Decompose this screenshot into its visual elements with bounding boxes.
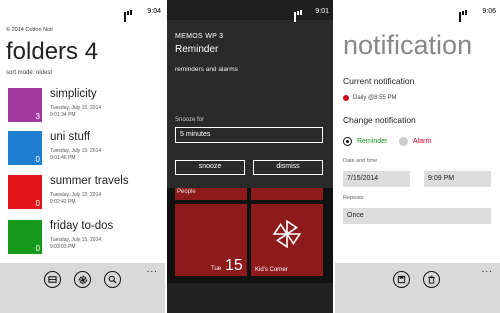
folder-item[interactable]: 0 summer travels Tuesday, July 15, 2014 … <box>8 175 158 210</box>
folder-time: 9:01:34 PM <box>50 112 76 118</box>
sort-mode[interactable]: sort mode: oldest <box>6 70 52 76</box>
delete-icon[interactable] <box>423 271 440 288</box>
alarm-radio[interactable] <box>399 137 408 146</box>
page-title: folders 4 <box>6 38 99 65</box>
folder-tile[interactable]: 0 <box>8 220 42 254</box>
folder-tile[interactable]: 3 <box>8 88 42 122</box>
folder-date: Tuesday, July 15, 2014 <box>50 105 102 111</box>
reminder-option-label[interactable]: Reminder <box>357 138 387 145</box>
kids-corner-tile[interactable]: Kid's Corner <box>251 204 323 276</box>
current-notification-value: Daily @8:55 PM <box>353 95 397 101</box>
folder-date: Tuesday, July 15, 2014 <box>50 148 102 154</box>
folder-name: simplicity <box>50 88 97 100</box>
folder-name: uni stuff <box>50 131 91 143</box>
signal-icon <box>294 8 305 22</box>
app-bar: ... <box>335 263 500 313</box>
reminder-screen: 9:01 MEMOS WP 3 Reminder reminders and a… <box>167 0 333 313</box>
calendar-day: Tue <box>211 266 222 272</box>
repeats-label: Repeats <box>343 195 364 201</box>
copyright-text: © 2014 Cotton Noir <box>6 27 54 33</box>
status-time: 9:04 <box>147 8 161 15</box>
folders-screen: 9:04 © 2014 Cotton Noir folders 4 sort m… <box>0 0 165 313</box>
snooze-label: Snooze for <box>175 117 205 123</box>
app-name: MEMOS WP 3 <box>175 33 224 40</box>
dialog-title: Reminder <box>175 44 219 55</box>
more-button[interactable]: ... <box>482 264 493 275</box>
folder-count: 0 <box>35 199 40 208</box>
signal-icon <box>124 8 135 22</box>
reminder-description: reminders and alarms <box>175 66 238 73</box>
start-screen-tiles: People Tue 15 Kid's Corner <box>167 188 333 283</box>
folder-name: friday to-dos <box>50 220 114 232</box>
time-picker[interactable]: 9:09 PM <box>424 171 491 187</box>
kids-corner-label: Kid's Corner <box>255 267 288 273</box>
status-bar: 9:04 <box>0 0 165 22</box>
signal-icon <box>459 8 470 22</box>
repeats-select[interactable]: Once <box>343 208 491 224</box>
folder-item[interactable]: 0 uni stuff Tuesday, July 15, 2014 9:01:… <box>8 131 158 166</box>
folder-time: 9:02:42 PM <box>50 199 76 205</box>
notification-screen: 9:06 notification Current notification D… <box>335 0 500 313</box>
date-picker[interactable]: 7/15/2014 <box>343 171 410 187</box>
change-notification-label: Change notification <box>343 115 416 125</box>
people-tile[interactable]: People <box>175 188 247 200</box>
folder-time: 9:01:46 PM <box>50 155 76 161</box>
page-title: notification <box>343 30 473 60</box>
pinwheel-icon <box>272 219 302 249</box>
folder-tile[interactable]: 0 <box>8 175 42 209</box>
date-time-label: Date and time <box>343 158 378 164</box>
reminder-radio[interactable] <box>343 137 352 146</box>
app-bar <box>167 283 333 313</box>
calendar-date: 15 <box>225 257 243 274</box>
folders-icon[interactable] <box>44 271 61 288</box>
folder-date: Tuesday, July 15, 2014 <box>50 237 102 243</box>
status-time: 9:06 <box>482 8 496 15</box>
status-time: 9:01 <box>315 8 329 15</box>
snooze-select[interactable]: 5 minutes <box>175 127 323 143</box>
save-icon[interactable] <box>393 271 410 288</box>
app-bar: ... <box>0 263 165 313</box>
calendar-tile[interactable]: Tue 15 <box>175 204 247 276</box>
current-notification-label: Current notification <box>343 76 415 86</box>
status-bar: 9:06 <box>335 0 500 22</box>
folder-item[interactable]: 0 friday to-dos Tuesday, July 15, 2014 9… <box>8 220 158 255</box>
folder-name: summer travels <box>50 175 129 187</box>
folder-time: 9:03:03 PM <box>50 244 76 250</box>
tile[interactable] <box>251 188 323 200</box>
status-bar: 9:01 <box>167 0 333 22</box>
folder-count: 3 <box>35 112 40 121</box>
more-button[interactable]: ... <box>147 264 158 275</box>
pinwheel-icon[interactable] <box>74 271 91 288</box>
folder-count: 0 <box>35 244 40 253</box>
snooze-button[interactable]: snooze <box>175 160 245 175</box>
folder-date: Tuesday, July 15, 2014 <box>50 192 102 198</box>
folder-tile[interactable]: 0 <box>8 131 42 165</box>
folder-item[interactable]: 3 simplicity Tuesday, July 15, 2014 9:01… <box>8 88 158 123</box>
dismiss-button[interactable]: dismiss <box>253 160 323 175</box>
search-icon[interactable] <box>104 271 121 288</box>
folder-count: 0 <box>35 155 40 164</box>
people-tile-label: People <box>177 189 196 195</box>
status-dot-icon <box>343 95 349 101</box>
alarm-option-label[interactable]: Alarm <box>413 138 431 145</box>
